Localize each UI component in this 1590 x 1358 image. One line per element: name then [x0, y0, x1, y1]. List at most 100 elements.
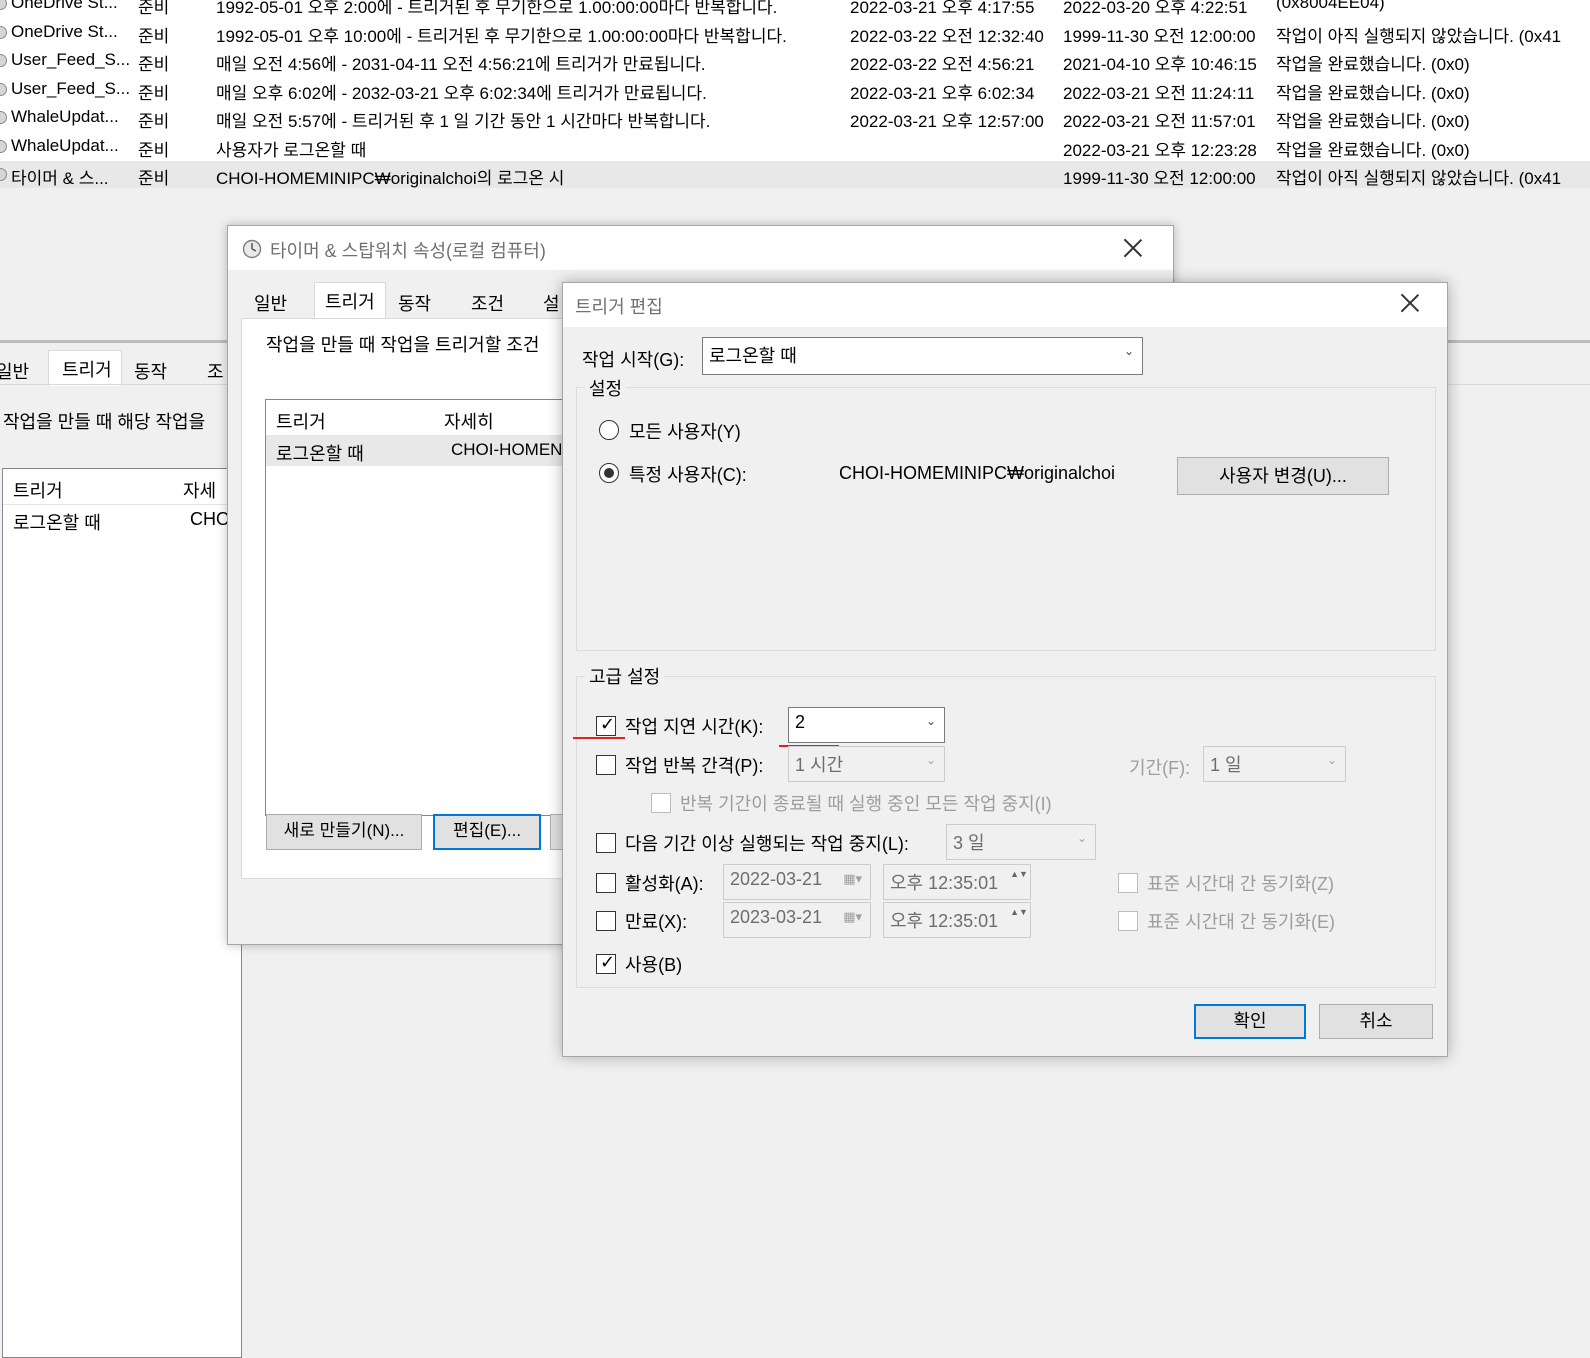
annotation-underline-checkbox — [573, 737, 625, 739]
bg-tab-actions[interactable]: 동작 — [134, 358, 167, 384]
delay-time-select[interactable]: 2 ⌄ — [788, 707, 945, 743]
delay-task-checkbox[interactable]: ✓ — [596, 714, 616, 736]
bg-row-detail: CHO — [190, 509, 230, 529]
task-trigger: 1992-05-01 오후 2:00에 - 트리거된 후 무기한으로 1.00:… — [216, 0, 778, 17]
any-user-label: 모든 사용자(Y) — [629, 422, 741, 442]
task-status: 준비 — [138, 83, 170, 103]
edit-close-icon[interactable] — [1400, 293, 1420, 313]
repeat-task-checkbox[interactable] — [596, 755, 616, 775]
bg-description: 작업을 만들 때 해당 작업을 — [3, 412, 206, 432]
table-row[interactable]: OneDrive St... 준비 1992-05-01 오후 10:00에 - 트… — [0, 19, 1590, 47]
task-name: WhaleUpdat... — [11, 135, 119, 155]
chevron-down-icon: ⌄ — [1123, 344, 1134, 358]
task-result: 작업이 아직 실행되지 않았습니다. (0x41 — [1276, 26, 1562, 46]
task-name: OneDrive St... — [11, 0, 118, 12]
user-account-value: CHOI-HOMEMINIPC₩originalchoi — [839, 463, 1116, 483]
table-row[interactable]: 로그온할 때 CHOI-HOMEN — [266, 436, 566, 466]
props-tab-settings[interactable]: 설 — [543, 290, 560, 316]
props-title: 타이머 & 스탑워치 속성(로컬 컴퓨터) — [270, 241, 546, 261]
cancel-button[interactable]: 취소 — [1319, 1004, 1433, 1039]
activate-time-picker[interactable]: 오후 12:35:01 ▲▼ — [883, 864, 1031, 900]
begin-task-label: 작업 시작(G): — [582, 350, 685, 370]
specific-user-radio[interactable] — [599, 463, 619, 483]
props-trigger-list[interactable]: 트리거 자세히 로그온할 때 CHOI-HOMEN — [265, 399, 566, 816]
task-last-run: 1999-11-30 오전 12:00:00 — [1063, 26, 1256, 46]
task-last-run: 2022-03-21 오전 11:24:11 — [1063, 83, 1255, 103]
repeat-interval-value: 1 시간 — [795, 755, 844, 775]
repeat-interval-select[interactable]: 1 시간 ⌄ — [788, 746, 945, 782]
any-user-radio[interactable] — [599, 420, 619, 440]
activate-checkbox[interactable] — [596, 873, 616, 893]
bg-row-trigger: 로그온할 때 — [13, 513, 101, 533]
task-trigger: 1992-05-01 오후 10:00에 - 트리거된 후 무기한으로 1.00… — [216, 26, 787, 46]
chevron-down-icon: ⌄ — [925, 753, 936, 767]
props-tab-triggers[interactable]: 트리거 — [325, 288, 375, 314]
ok-button[interactable]: 확인 — [1194, 1004, 1306, 1039]
stop-if-longer-checkbox[interactable] — [596, 833, 616, 853]
table-row[interactable]: 타이머 & 스... 준비 CHOI-HOMEMINIPC₩originalchoi… — [0, 161, 1590, 188]
activate-label: 활성화(A): — [625, 874, 704, 894]
task-result: 작업이 아직 실행되지 않았습니다. (0x41 — [1276, 169, 1562, 188]
expire-time-value: 오후 12:35:01 — [890, 911, 999, 931]
task-list[interactable]: OneDrive St... 준비 1992-05-01 오후 2:00에 - 트리… — [0, 0, 1590, 188]
task-next-run: 2022-03-22 오전 4:56:21 — [850, 55, 1035, 74]
edit-trigger-button[interactable]: 편집(E)... — [433, 814, 541, 850]
table-row[interactable]: User_Feed_S... 준비 매일 오후 6:02에 - 2032-03-21… — [0, 76, 1590, 104]
stop-all-at-end-label: 반복 기간이 종료될 때 실행 중인 모든 작업 중지(I) — [680, 794, 1052, 814]
expire-label: 만료(X): — [625, 912, 688, 932]
props-tab-general[interactable]: 일반 — [254, 290, 287, 316]
stop-if-longer-select[interactable]: 3 일 ⌄ — [946, 824, 1096, 860]
table-row[interactable]: 로그온할 때 CHO — [3, 505, 243, 535]
task-trigger: 매일 오후 6:02에 - 2032-03-21 오후 6:02:34에 트리거… — [216, 83, 707, 103]
expire-time-picker[interactable]: 오후 12:35:01 ▲▼ — [883, 902, 1031, 938]
table-row[interactable]: User_Feed_S... 준비 매일 오전 4:56에 - 2031-04-11… — [0, 47, 1590, 75]
begin-task-select[interactable]: 로그온할 때 ⌄ — [702, 337, 1143, 375]
delay-time-value: 2 — [795, 712, 806, 732]
task-next-run: 2022-03-21 오후 12:57:00 — [850, 112, 1044, 131]
enabled-checkbox[interactable]: ✓ — [596, 952, 616, 974]
bg-tab-triggers[interactable]: 트리거 — [62, 356, 112, 382]
stop-if-longer-label: 다음 기간 이상 실행되는 작업 중지(L): — [625, 834, 909, 854]
bg-tab-general[interactable]: 일반 — [0, 358, 29, 384]
task-trigger: 매일 오전 5:57에 - 트리거된 후 1 일 기간 동안 1 시간마다 반복… — [216, 112, 711, 131]
task-last-run: 1999-11-30 오전 12:00:00 — [1063, 169, 1256, 188]
props-description: 작업을 만들 때 작업을 트리거할 조건 — [266, 335, 540, 355]
time-spinner-icon[interactable]: ▲▼ — [1010, 906, 1028, 919]
chevron-down-icon: ⌄ — [1326, 753, 1337, 767]
props-row-detail: CHOI-HOMEN — [451, 440, 563, 459]
bg-col-detail[interactable]: 자세 — [183, 477, 216, 503]
task-status-icon — [0, 0, 7, 10]
task-status: 준비 — [138, 26, 170, 46]
task-name: User_Feed_S... — [11, 50, 131, 69]
props-col-trigger[interactable]: 트리거 — [276, 408, 326, 434]
sync-timezone-expire-checkbox[interactable] — [1118, 911, 1138, 931]
repeat-task-label: 작업 반복 간격(P): — [625, 756, 764, 776]
props-tab-actions[interactable]: 동작 — [398, 290, 431, 316]
activate-date-picker[interactable]: 2022-03-21 ▦▾ — [723, 864, 871, 900]
sync-timezone-expire-label: 표준 시간대 간 동기화(E) — [1147, 912, 1336, 932]
enabled-label: 사용(B) — [625, 955, 683, 975]
sync-timezone-activate-checkbox[interactable] — [1118, 873, 1138, 893]
table-row[interactable]: WhaleUpdat... 준비 매일 오전 5:57에 - 트리거된 후 1 일 … — [0, 104, 1590, 132]
table-row[interactable]: WhaleUpdat... 준비 사용자가 로그온할 때 2022-03-21 오후 … — [0, 133, 1590, 161]
bg-tab-conditions[interactable]: 조 — [207, 358, 224, 384]
task-status-icon — [0, 54, 7, 67]
bg-trigger-list[interactable]: 트리거 자세 로그온할 때 CHO — [2, 468, 243, 1358]
stop-if-longer-value: 3 일 — [953, 833, 985, 853]
task-status-icon — [0, 111, 7, 124]
bg-col-trigger[interactable]: 트리거 — [13, 477, 63, 503]
task-result: 작업을 완료했습니다. (0x0) — [1276, 112, 1470, 131]
props-list-header: 트리거 자세히 — [266, 400, 566, 436]
expire-date-picker[interactable]: 2023-03-21 ▦▾ — [723, 902, 871, 938]
duration-select[interactable]: 1 일 ⌄ — [1203, 746, 1346, 782]
props-col-detail[interactable]: 자세히 — [444, 408, 494, 434]
change-user-button[interactable]: 사용자 변경(U)... — [1177, 457, 1389, 495]
props-tab-conditions[interactable]: 조건 — [471, 290, 504, 316]
time-spinner-icon[interactable]: ▲▼ — [1010, 868, 1028, 881]
expire-checkbox[interactable] — [596, 911, 616, 931]
task-result: 작업을 완료했습니다. (0x0) — [1276, 83, 1470, 103]
stop-all-at-end-checkbox[interactable] — [651, 793, 671, 813]
table-row[interactable]: OneDrive St... 준비 1992-05-01 오후 2:00에 - 트리… — [0, 0, 1590, 18]
props-close-icon[interactable] — [1123, 238, 1143, 258]
new-trigger-button[interactable]: 새로 만들기(N)... — [266, 814, 422, 850]
